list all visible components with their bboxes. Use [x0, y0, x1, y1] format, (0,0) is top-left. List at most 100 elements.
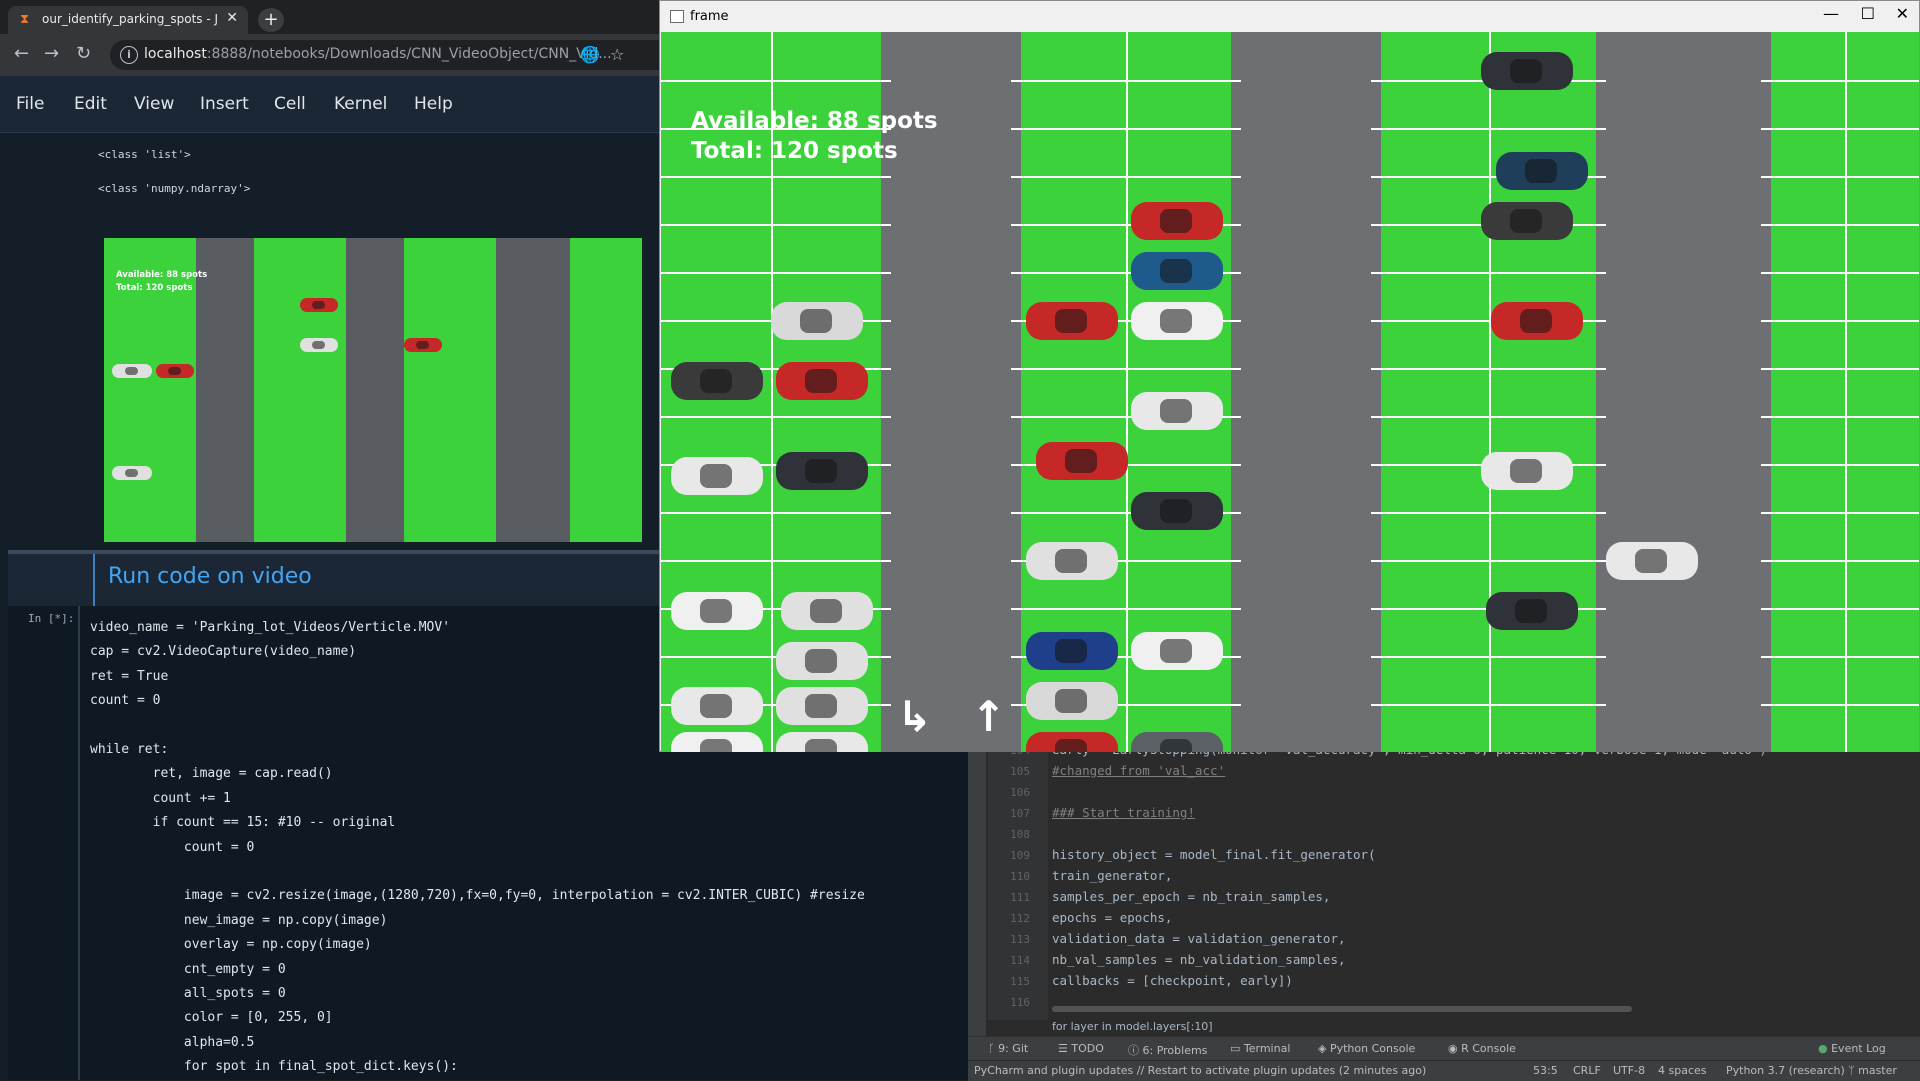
menu-edit[interactable]: Edit: [74, 94, 107, 114]
code-line: new_image = np.copy(image): [90, 912, 388, 928]
car: [300, 338, 338, 352]
car: [1606, 542, 1698, 580]
left-tool-strip: [968, 740, 986, 1040]
forward-arrow-icon[interactable]: →: [44, 43, 59, 64]
spot-line: [1371, 704, 1606, 706]
status-line-separator[interactable]: CRLF: [1573, 1064, 1601, 1077]
spot-line: [1761, 80, 1919, 82]
line-number: 108: [1010, 828, 1030, 841]
tool-r-console[interactable]: ◉ R Console: [1448, 1042, 1516, 1055]
status-message[interactable]: PyCharm and plugin updates // Restart to…: [974, 1064, 1426, 1077]
spot-line: [1011, 368, 1241, 370]
tool-todo[interactable]: ☰ TODO: [1058, 1042, 1104, 1055]
car: [671, 687, 763, 725]
code-line: callbacks = [checkpoint, early]): [1052, 973, 1293, 988]
tool-terminal[interactable]: ▭ Terminal: [1230, 1042, 1290, 1055]
spot-line: [1761, 176, 1919, 178]
code-line: overlay = np.copy(image): [90, 937, 372, 953]
menu-view[interactable]: View: [134, 94, 174, 114]
code-line: while ret:: [90, 742, 169, 757]
spot-line: [1371, 512, 1606, 514]
car: [671, 457, 763, 495]
car: [1026, 302, 1118, 340]
code-line: validation_data = validation_generator,: [1052, 931, 1346, 946]
status-bar: PyCharm and plugin updates // Restart to…: [968, 1060, 1920, 1081]
event-log-icon: ●: [1818, 1042, 1832, 1055]
reload-icon[interactable]: ↻: [76, 43, 91, 64]
spot-line: [1761, 608, 1919, 610]
close-tab-icon[interactable]: ✕: [226, 10, 238, 26]
car: [1481, 52, 1573, 90]
code-line: samples_per_epoch = nb_train_samples,: [1052, 889, 1331, 904]
close-icon[interactable]: ✕: [1896, 4, 1909, 23]
spot-line: [1371, 368, 1606, 370]
thumb-available-text: Available: 88 spots: [116, 270, 208, 280]
spot-line: [1011, 128, 1241, 130]
code-line: count = 0: [90, 693, 161, 709]
info-icon[interactable]: i: [120, 46, 138, 64]
status-encoding[interactable]: UTF-8: [1613, 1064, 1645, 1077]
status-branch[interactable]: ᛘ master: [1848, 1064, 1897, 1077]
menu-help[interactable]: Help: [414, 94, 453, 114]
parking-lane: [404, 238, 496, 542]
translate-icon[interactable]: 🌐: [580, 45, 600, 64]
list-icon: ☰: [1058, 1042, 1072, 1055]
spot-line: [661, 512, 891, 514]
car: [1131, 392, 1223, 430]
car: [1026, 682, 1118, 720]
status-caret-position[interactable]: 53:5: [1533, 1064, 1558, 1077]
menu-file[interactable]: File: [16, 94, 44, 114]
status-indent[interactable]: 4 spaces: [1658, 1064, 1707, 1077]
straight-arrow-icon: ↑: [971, 692, 1007, 741]
tab-jupyter[interactable]: ⧗ our_identify_parking_spots - Jupyter ✕: [8, 6, 248, 34]
horizontal-scrollbar[interactable]: [1052, 1006, 1632, 1012]
spot-line: [1761, 512, 1919, 514]
line-number: 110: [1010, 870, 1030, 883]
car: [776, 732, 868, 752]
line-number: 114: [1010, 954, 1030, 967]
back-arrow-icon[interactable]: ←: [14, 43, 29, 64]
line-number: 109: [1010, 849, 1030, 862]
code-line: train_generator,: [1052, 868, 1173, 883]
tool-python-console[interactable]: ◈ Python Console: [1318, 1042, 1415, 1055]
output-ndarray-type: <class 'numpy.ndarray'>: [98, 182, 251, 195]
minimize-icon[interactable]: —: [1823, 4, 1839, 23]
turn-arrow-icon: ↳: [897, 692, 933, 741]
car: [404, 338, 442, 352]
tool-window-bar: ᚴ 9: Git ☰ TODO ⓘ 6: Problems ▭ Terminal…: [968, 1036, 1920, 1061]
tool-problems[interactable]: ⓘ 6: Problems: [1128, 1042, 1207, 1058]
car: [1131, 302, 1223, 340]
lane-divider: [1126, 32, 1128, 752]
bookmark-star-icon[interactable]: ☆: [610, 45, 624, 64]
window-icon: [670, 10, 684, 23]
git-icon: ᚴ: [988, 1042, 999, 1055]
spot-line: [1761, 704, 1919, 706]
car: [671, 732, 763, 752]
tool-git[interactable]: ᚴ 9: Git: [988, 1042, 1028, 1055]
code-line: cnt_empty = 0: [90, 961, 286, 977]
menu-cell[interactable]: Cell: [274, 94, 306, 114]
branch-icon: ᛘ: [1848, 1064, 1859, 1077]
parking-lane: [254, 238, 346, 542]
code-line: color = [0, 255, 0]: [90, 1010, 333, 1026]
spot-line: [661, 176, 891, 178]
spot-line: [1761, 368, 1919, 370]
car: [1036, 442, 1128, 480]
menu-insert[interactable]: Insert: [200, 94, 249, 114]
new-tab-button[interactable]: +: [258, 8, 284, 32]
window-title: frame: [690, 9, 729, 24]
tool-event-log[interactable]: ● Event Log: [1818, 1042, 1886, 1055]
status-interpreter[interactable]: Python 3.7 (research): [1726, 1064, 1845, 1077]
spot-line: [1371, 272, 1606, 274]
car: [1486, 592, 1578, 630]
spot-line: [661, 560, 891, 562]
maximize-icon[interactable]: ☐: [1861, 4, 1875, 23]
code-line: #changed from 'val_acc': [1052, 763, 1226, 778]
car: [776, 642, 868, 680]
car: [1481, 202, 1573, 240]
url-text: localhost:8888/notebooks/Downloads/CNN_V…: [144, 46, 612, 62]
car: [1131, 202, 1223, 240]
menu-kernel[interactable]: Kernel: [334, 94, 387, 114]
line-number: 116: [1010, 996, 1030, 1009]
code-line: if count == 15: #10 -- original: [90, 815, 396, 831]
